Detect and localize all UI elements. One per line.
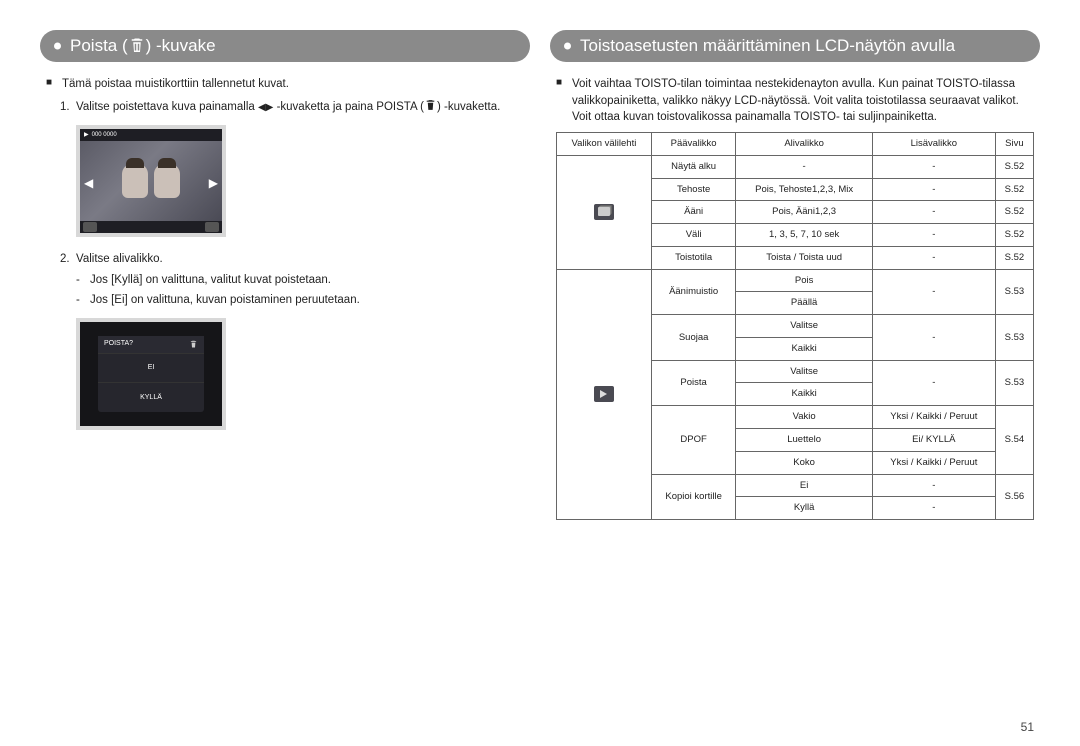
right-arrow-icon: ▶ (209, 175, 218, 192)
camera-1-topbar: ▶ 000 0000 (80, 129, 222, 141)
step1-part-c: ) -kuvaketta. (437, 101, 500, 113)
trash-icon (424, 99, 437, 112)
camera-preview-2: POISTA? EI KYLLÄ (76, 318, 226, 430)
intro-block: Tämä poistaa muistikorttiin tallennetut … (46, 76, 524, 93)
left-body: Tämä poistaa muistikorttiin tallennetut … (40, 76, 530, 430)
trash-icon (189, 340, 198, 349)
table-row: Äänimuistio Pois - S.53 (557, 269, 1034, 292)
play-tab-icon (594, 386, 614, 402)
dialog-title-text: POISTA? (104, 339, 133, 349)
dialog-option-yes: KYLLÄ (98, 382, 204, 412)
right-header-text: Toistoasetusten määrittäminen LCD-näytön… (580, 36, 955, 56)
left-header: Poista ( ) -kuvake (40, 30, 530, 62)
trash-small-icon (205, 222, 219, 232)
right-body: Voit vaihtaa TOISTO-tilan toimintaa nest… (550, 76, 1040, 520)
left-header-suffix: ) -kuvake (146, 36, 216, 56)
th-extra: Lisävalikko (872, 133, 995, 156)
dialog-title: POISTA? (98, 336, 204, 352)
camera-1-image: ◀ ▶ (80, 141, 222, 221)
menu-icon (83, 222, 97, 232)
cell-extra: - (872, 155, 995, 178)
play-indicator-icon: ▶ (84, 131, 89, 140)
left-header-prefix: Poista ( (70, 36, 128, 56)
th-main: Päävalikko (651, 133, 736, 156)
right-column: Toistoasetusten määrittäminen LCD-näytön… (550, 30, 1040, 520)
tab-cell-slide (557, 155, 652, 269)
dash-1: Jos [Kyllä] on valittuna, valitut kuvat … (46, 272, 524, 289)
cell-page: S.52 (995, 155, 1033, 178)
left-right-icon: ◀▶ (258, 102, 273, 113)
step1-part-a: Valitse poistettava kuva painamalla (76, 101, 258, 113)
table-row: Näytä alku - - S.52 (557, 155, 1034, 178)
menu-table: Valikon välilehti Päävalikko Alivalikko … (556, 132, 1034, 520)
right-intro: Voit vaihtaa TOISTO-tilan toimintaa nest… (556, 76, 1034, 126)
left-column: Poista ( ) -kuvake Tämä poistaa muistiko… (40, 30, 530, 520)
cell-sub: - (736, 155, 873, 178)
camera-1-counter: 000 0000 (92, 131, 117, 140)
tab-cell-play (557, 269, 652, 519)
th-sub: Alivalikko (736, 133, 873, 156)
left-arrow-icon: ◀ (84, 175, 93, 192)
camera-preview-1: ▶ 000 0000 ◀ ▶ (76, 125, 226, 237)
step-1-number: 1. (60, 99, 70, 116)
step-2-number: 2. (60, 251, 70, 268)
right-header: Toistoasetusten määrittäminen LCD-näytön… (550, 30, 1040, 62)
th-page: Sivu (995, 133, 1033, 156)
dialog-option-no: EI (98, 353, 204, 383)
header-bullet-icon (564, 43, 571, 50)
trash-icon (128, 37, 146, 55)
camera-1-bottombar (80, 221, 222, 233)
cell-main: Näytä alku (651, 155, 736, 178)
step-1: 1. Valitse poistettava kuva painamalla ◀… (46, 99, 524, 116)
step-2: 2. Valitse alivalikko. (46, 251, 524, 268)
th-tab: Valikon välilehti (557, 133, 652, 156)
dash-2: Jos [Ei] on valittuna, kuvan poistaminen… (46, 292, 524, 309)
header-bullet-icon (54, 43, 61, 50)
table-header-row: Valikon välilehti Päävalikko Alivalikko … (557, 133, 1034, 156)
step1-part-b: -kuvaketta ja paina POISTA ( (273, 101, 424, 113)
page-number: 51 (1021, 720, 1034, 734)
step-2-text: Valitse alivalikko. (76, 253, 163, 265)
slideshow-tab-icon (594, 204, 614, 220)
